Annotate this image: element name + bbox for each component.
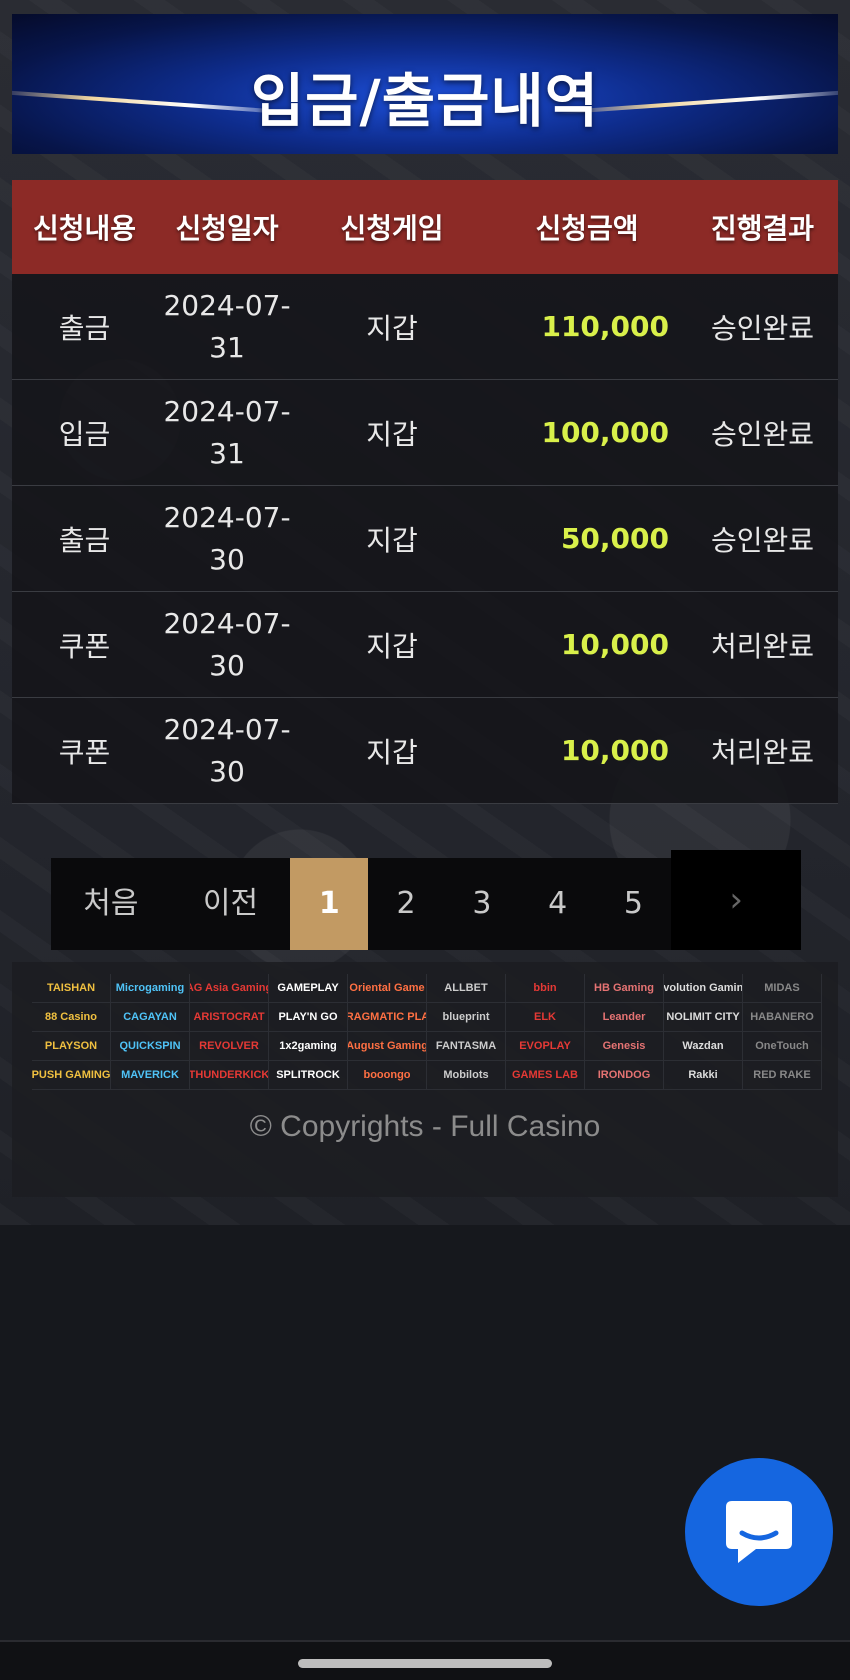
- cell-status: 처리완료: [710, 629, 815, 663]
- table-row: 출금 2024-07- 30 지갑 50,000 승인완료: [12, 486, 838, 592]
- provider-logo: RED RAKE: [743, 1061, 822, 1090]
- column-header-game: 신청게임: [340, 212, 444, 245]
- provider-logo: HB Gaming: [585, 974, 664, 1003]
- cell-status: 승인완료: [710, 417, 815, 451]
- provider-logo: PUSH GAMING: [32, 1061, 111, 1090]
- chat-button[interactable]: [685, 1458, 833, 1606]
- cell-date: 2024-07- 31: [163, 288, 291, 364]
- cell-amount: 10,000: [560, 628, 669, 661]
- table-header: 신청내용 신청일자 신청게임 신청금액 진행결과: [12, 180, 838, 274]
- cell-type: 쿠폰: [58, 629, 111, 663]
- provider-logo: booongo: [348, 1061, 427, 1090]
- provider-logo: ARISTOCRAT: [190, 1003, 269, 1032]
- chat-bubble-icon: [726, 1501, 792, 1563]
- cell-date: 2024-07- 30: [163, 500, 291, 576]
- provider-logo-grid: TAISHAN Microgaming AG Asia Gaming GAMEPLAY…: [32, 974, 822, 1090]
- provider-logo: PRAGMATIC PLAY: [348, 1003, 427, 1032]
- transaction-table: 신청내용 신청일자 신청게임 신청금액 진행결과 출금 2024-07- 31 지…: [12, 180, 838, 804]
- table-row: 출금 2024-07- 31 지갑 110,000 승인완료: [12, 274, 838, 380]
- cell-date: 2024-07- 31: [163, 394, 291, 470]
- provider-logo: MIDAS: [743, 974, 822, 1003]
- table-row: 쿠폰 2024-07- 30 지갑 10,000 처리완료: [12, 698, 838, 804]
- cell-game: 지갑: [366, 311, 418, 345]
- cell-type: 출금: [58, 523, 111, 557]
- page-header-banner: 입금/출금내역: [12, 14, 838, 154]
- cell-game: 지갑: [366, 629, 418, 663]
- cell-game: 지갑: [366, 523, 418, 557]
- provider-logo: Genesis: [585, 1032, 664, 1061]
- provider-logo: TAISHAN: [32, 974, 111, 1003]
- system-navigation-bar: [0, 1640, 850, 1680]
- page-button-4[interactable]: 4: [520, 858, 596, 950]
- next-page-button[interactable]: ›: [671, 850, 802, 950]
- page-button-2[interactable]: 2: [368, 858, 444, 950]
- provider-logo: 1x2gaming: [269, 1032, 348, 1061]
- cell-status: 승인완료: [710, 523, 815, 557]
- page-button-1[interactable]: 1: [290, 858, 369, 950]
- cell-status: 처리완료: [710, 735, 815, 769]
- provider-logo: Rakki: [664, 1061, 743, 1090]
- column-header-date: 신청일자: [175, 212, 279, 245]
- page-title: 입금/출금내역: [250, 67, 600, 135]
- provider-logo: OneTouch: [743, 1032, 822, 1061]
- cell-type: 출금: [58, 311, 111, 345]
- cell-game: 지갑: [366, 735, 418, 769]
- provider-logo: ELK: [506, 1003, 585, 1032]
- provider-logo: SPLITROCK: [269, 1061, 348, 1090]
- provider-logo: QUICKSPIN: [111, 1032, 190, 1061]
- provider-logo: bbin: [506, 974, 585, 1003]
- column-header-amount: 신청금액: [535, 212, 639, 245]
- provider-logo: GAMEPLAY: [269, 974, 348, 1003]
- cell-date: 2024-07- 30: [163, 606, 291, 682]
- copyright-text: © Copyrights - Full Casino: [249, 1110, 601, 1143]
- provider-logo: GAMES LAB: [506, 1061, 585, 1090]
- provider-logo: Oriental Game: [348, 974, 427, 1003]
- cell-status: 승인완료: [710, 311, 815, 345]
- cell-type: 입금: [58, 417, 111, 451]
- cell-game: 지갑: [366, 417, 418, 451]
- home-gesture-handle[interactable]: [298, 1659, 552, 1668]
- cell-amount: 100,000: [541, 416, 669, 449]
- provider-logo: EVOPLAY: [506, 1032, 585, 1061]
- provider-logo: Evolution Gaming: [664, 974, 743, 1003]
- provider-logo: August Gaming: [348, 1032, 427, 1061]
- first-page-button[interactable]: 처음: [51, 858, 171, 950]
- provider-logo: blueprint: [427, 1003, 506, 1032]
- table-row: 입금 2024-07- 31 지갑 100,000 승인완료: [12, 380, 838, 486]
- footer: TAISHAN Microgaming AG Asia Gaming GAMEPLAY…: [12, 962, 838, 1197]
- provider-logo: PLAYSON: [32, 1032, 111, 1061]
- chevron-right-icon: ›: [729, 880, 743, 920]
- cell-type: 쿠폰: [58, 735, 111, 769]
- column-header-type: 신청내용: [32, 212, 137, 245]
- cell-amount: 10,000: [560, 734, 669, 767]
- cell-amount: 110,000: [541, 310, 669, 343]
- provider-logo: Microgaming: [111, 974, 190, 1003]
- provider-logo: NOLIMIT CITY: [664, 1003, 743, 1032]
- table-row: 쿠폰 2024-07- 30 지갑 10,000 처리완료: [12, 592, 838, 698]
- provider-logo: Wazdan: [664, 1032, 743, 1061]
- provider-logo: THUNDERKICK: [190, 1061, 269, 1090]
- page-button-5[interactable]: 5: [596, 858, 672, 950]
- provider-logo: Leander: [585, 1003, 664, 1032]
- provider-logo: MAVERICK: [111, 1061, 190, 1090]
- pagination: 처음 이전 1 2 3 4 5 ›: [51, 850, 802, 950]
- provider-logo: PLAY'N GO: [269, 1003, 348, 1032]
- provider-logo: REVOLVER: [190, 1032, 269, 1061]
- provider-logo: CAGAYAN: [111, 1003, 190, 1032]
- provider-logo: FANTASMA: [427, 1032, 506, 1061]
- provider-logo: AG Asia Gaming: [190, 974, 269, 1003]
- provider-logo: ALLBET: [427, 974, 506, 1003]
- provider-logo: IRONDOG: [585, 1061, 664, 1090]
- provider-logo: HABANERO: [743, 1003, 822, 1032]
- prev-page-button[interactable]: 이전: [171, 858, 291, 950]
- provider-logo: 88 Casino: [32, 1003, 111, 1032]
- cell-amount: 50,000: [560, 522, 669, 555]
- page-button-3[interactable]: 3: [444, 858, 520, 950]
- column-header-status: 진행결과: [710, 212, 815, 245]
- cell-date: 2024-07- 30: [163, 712, 291, 788]
- provider-logo: Mobilots: [427, 1061, 506, 1090]
